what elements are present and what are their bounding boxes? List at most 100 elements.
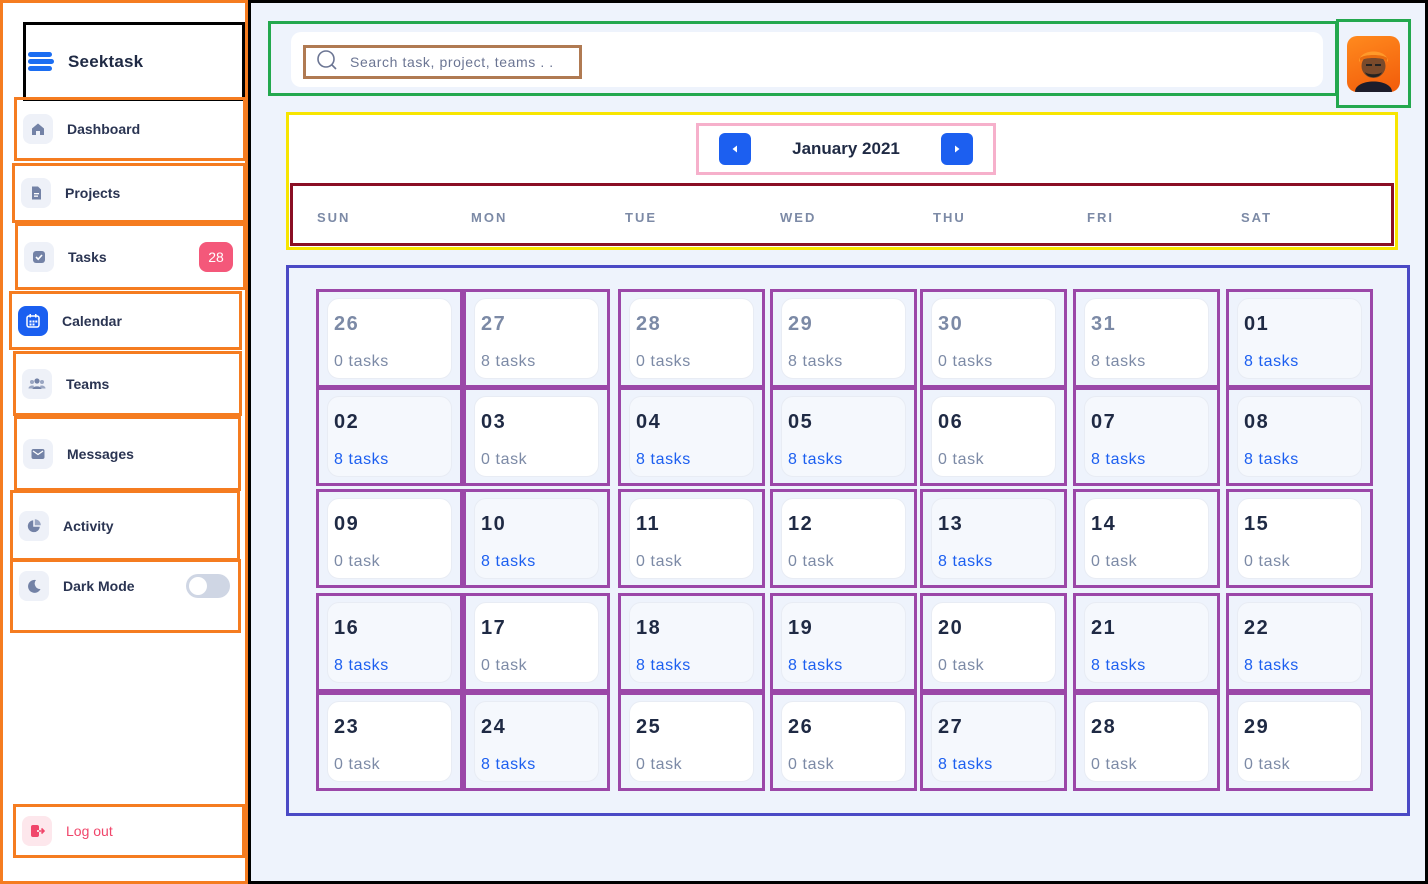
calendar-day-cell[interactable]: 31 8 tasks xyxy=(1073,289,1220,388)
day-number: 29 xyxy=(1244,716,1270,738)
calendar-day-cell[interactable]: 08 8 tasks xyxy=(1226,387,1373,486)
day-task-count: 0 tasks xyxy=(334,353,389,370)
search-field[interactable] xyxy=(303,45,582,79)
day-task-count: 0 task xyxy=(334,756,381,773)
calendar-day-cell[interactable]: 23 0 task xyxy=(316,692,463,791)
sidebar-item-label: Dark Mode xyxy=(63,578,135,594)
day-task-count: 8 tasks xyxy=(938,553,993,570)
day-card: 31 8 tasks xyxy=(1084,298,1209,379)
day-task-count: 0 task xyxy=(1244,756,1291,773)
dark-mode-toggle[interactable] xyxy=(186,574,230,598)
calendar-day-cell[interactable]: 01 8 tasks xyxy=(1226,289,1373,388)
calendar-day-cell[interactable]: 04 8 tasks xyxy=(618,387,765,486)
day-number: 25 xyxy=(636,716,662,738)
search-box xyxy=(291,32,1323,87)
day-number: 14 xyxy=(1091,513,1117,535)
weekday-label: THU xyxy=(933,210,966,225)
calendar-day-cell[interactable]: 27 8 tasks xyxy=(920,692,1067,791)
calendar-day-cell[interactable]: 19 8 tasks xyxy=(770,593,917,692)
day-task-count: 8 tasks xyxy=(334,451,389,468)
sidebar-item-dashboard[interactable]: Dashboard xyxy=(14,97,246,161)
calendar-day-cell[interactable]: 26 0 tasks xyxy=(316,289,463,388)
calendar-day-cell[interactable]: 11 0 task xyxy=(618,489,765,588)
calendar-day-cell[interactable]: 09 0 task xyxy=(316,489,463,588)
day-number: 15 xyxy=(1244,513,1270,535)
calendar-day-cell[interactable]: 06 0 task xyxy=(920,387,1067,486)
brand[interactable]: Seektask xyxy=(23,22,245,101)
day-task-count: 8 tasks xyxy=(1244,451,1299,468)
avatar-container[interactable] xyxy=(1336,19,1411,108)
calendar-day-cell[interactable]: 07 8 tasks xyxy=(1073,387,1220,486)
weekday-row: SUN MON TUE WED THU FRI SAT xyxy=(290,183,1394,246)
day-task-count: 8 tasks xyxy=(1244,353,1299,370)
calendar-day-cell[interactable]: 21 8 tasks xyxy=(1073,593,1220,692)
calendar-day-cell[interactable]: 14 0 task xyxy=(1073,489,1220,588)
calendar-day-cell[interactable]: 15 0 task xyxy=(1226,489,1373,588)
day-task-count: 0 task xyxy=(481,451,528,468)
day-number: 19 xyxy=(788,617,814,639)
calendar-day-cell[interactable]: 27 8 tasks xyxy=(463,289,610,388)
day-task-count: 0 task xyxy=(788,756,835,773)
home-icon xyxy=(23,114,53,144)
calendar-day-cell[interactable]: 17 0 task xyxy=(463,593,610,692)
calendar-day-cell[interactable]: 28 0 task xyxy=(1073,692,1220,791)
day-task-count: 8 tasks xyxy=(636,451,691,468)
sidebar-item-activity[interactable]: Activity xyxy=(10,490,240,561)
next-month-button[interactable] xyxy=(941,133,973,165)
day-number: 05 xyxy=(788,411,814,433)
calendar-day-cell[interactable]: 10 8 tasks xyxy=(463,489,610,588)
sidebar-item-label: Activity xyxy=(63,517,114,534)
day-number: 06 xyxy=(938,411,964,433)
logout-button[interactable]: Log out xyxy=(13,804,245,858)
day-number: 08 xyxy=(1244,411,1270,433)
calendar-day-cell[interactable]: 26 0 task xyxy=(770,692,917,791)
calendar-day-cell[interactable]: 12 0 task xyxy=(770,489,917,588)
day-number: 13 xyxy=(938,513,964,535)
calendar-day-cell[interactable]: 18 8 tasks xyxy=(618,593,765,692)
day-task-count: 0 task xyxy=(938,657,985,674)
calendar-day-cell[interactable]: 24 8 tasks xyxy=(463,692,610,791)
calendar-day-cell[interactable]: 16 8 tasks xyxy=(316,593,463,692)
calendar-day-cell[interactable]: 05 8 tasks xyxy=(770,387,917,486)
day-card: 30 0 tasks xyxy=(931,298,1056,379)
sidebar-item-projects[interactable]: Projects xyxy=(12,163,246,223)
sidebar-item-calendar[interactable]: Calendar xyxy=(9,291,242,350)
sidebar-item-label: Calendar xyxy=(62,312,122,329)
previous-month-button[interactable] xyxy=(719,133,751,165)
day-card: 29 0 task xyxy=(1237,701,1362,782)
calendar-day-cell[interactable]: 22 8 tasks xyxy=(1226,593,1373,692)
day-number: 21 xyxy=(1091,617,1117,639)
sidebar-item-label: Teams xyxy=(66,375,110,392)
day-card: 01 8 tasks xyxy=(1237,298,1362,379)
calendar-day-cell[interactable]: 29 8 tasks xyxy=(770,289,917,388)
day-task-count: 8 tasks xyxy=(1091,451,1146,468)
day-number: 07 xyxy=(1091,411,1117,433)
user-avatar[interactable] xyxy=(1347,35,1400,92)
calendar-day-cell[interactable]: 02 8 tasks xyxy=(316,387,463,486)
weekday-label: SAT xyxy=(1241,210,1273,225)
sidebar-item-teams[interactable]: Teams xyxy=(13,351,242,416)
calendar-day-cell[interactable]: 13 8 tasks xyxy=(920,489,1067,588)
day-number: 29 xyxy=(788,313,814,335)
day-card: 10 8 tasks xyxy=(474,498,599,579)
day-number: 02 xyxy=(334,411,360,433)
calendar-day-cell[interactable]: 30 0 tasks xyxy=(920,289,1067,388)
day-card: 18 8 tasks xyxy=(629,602,754,683)
logout-label: Log out xyxy=(66,823,113,839)
day-number: 27 xyxy=(481,313,507,335)
day-task-count: 0 task xyxy=(1091,553,1138,570)
calendar-day-cell[interactable]: 03 0 task xyxy=(463,387,610,486)
calendar-day-cell[interactable]: 29 0 task xyxy=(1226,692,1373,791)
sidebar-item-label: Projects xyxy=(65,185,121,201)
day-card: 02 8 tasks xyxy=(327,396,452,477)
sidebar-item-messages[interactable]: Messages xyxy=(14,416,241,491)
day-number: 11 xyxy=(636,513,661,535)
calendar-day-cell[interactable]: 25 0 task xyxy=(618,692,765,791)
sidebar-item-tasks[interactable]: Tasks 28 xyxy=(15,223,246,290)
calendar-day-cell[interactable]: 20 0 task xyxy=(920,593,1067,692)
calendar-day-cell[interactable]: 28 0 tasks xyxy=(618,289,765,388)
day-card: 13 8 tasks xyxy=(931,498,1056,579)
day-task-count: 8 tasks xyxy=(334,657,389,674)
search-icon xyxy=(316,49,338,76)
search-input[interactable] xyxy=(350,54,570,70)
